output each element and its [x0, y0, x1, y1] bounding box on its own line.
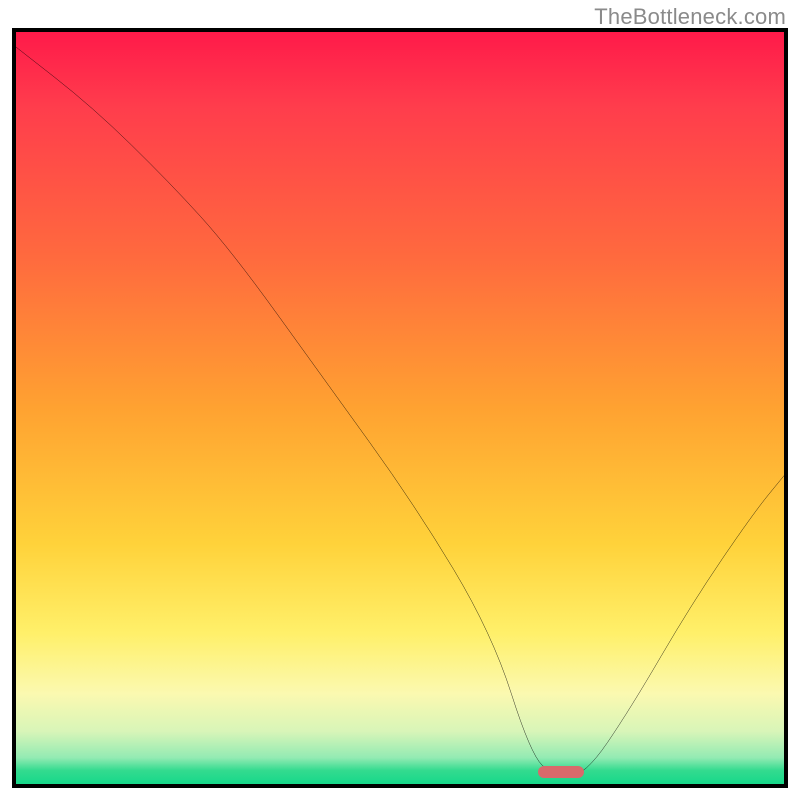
chart-frame: TheBottleneck.com [0, 0, 800, 800]
plot-area [12, 28, 788, 788]
watermark-text: TheBottleneck.com [594, 4, 786, 30]
bottleneck-curve [16, 32, 784, 784]
minimum-marker [538, 766, 584, 778]
